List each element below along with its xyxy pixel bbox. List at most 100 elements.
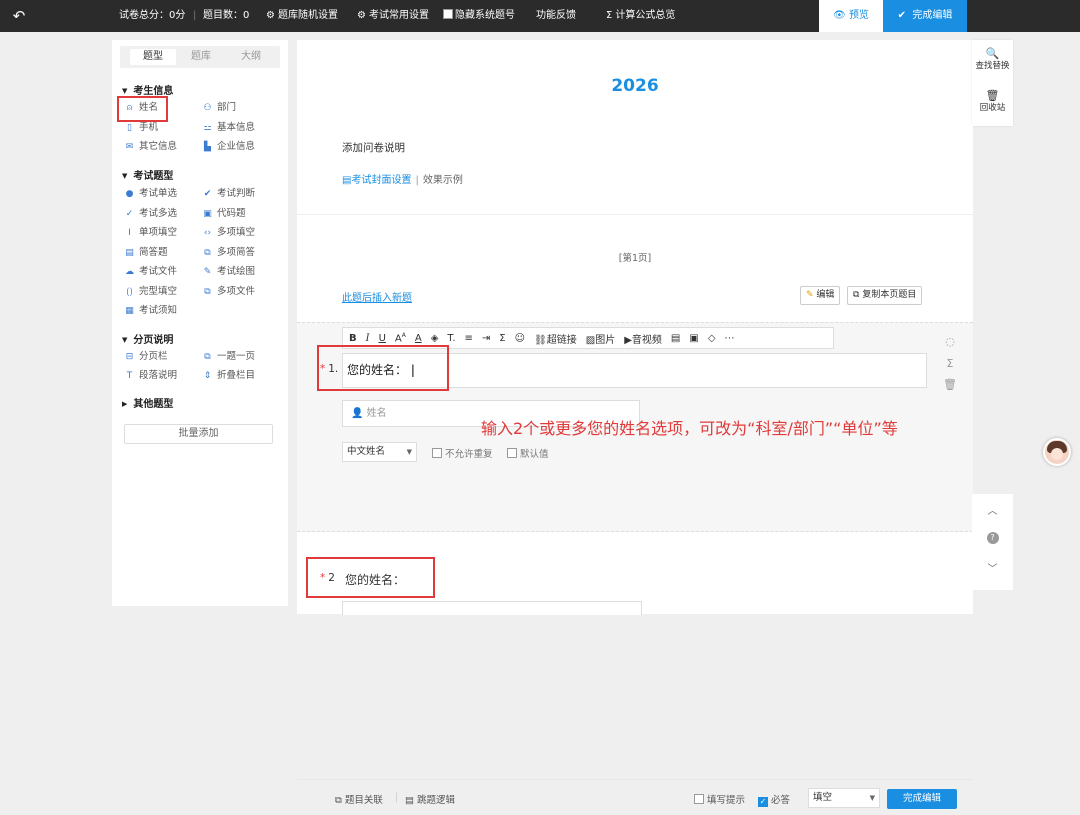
- item-multi-fill[interactable]: ‹› 多项填空: [202, 227, 255, 239]
- gear-icon: ⚙: [357, 10, 366, 21]
- scroll-down-icon[interactable]: ﹀: [972, 560, 1013, 575]
- question-finish-button[interactable]: 完成编辑: [887, 789, 957, 809]
- hint-checkbox[interactable]: 填写提示: [694, 792, 745, 806]
- link-button[interactable]: ⛓超链接: [534, 331, 577, 346]
- font-size-icon[interactable]: AA: [395, 332, 406, 344]
- item-multi-short[interactable]: ⧉ 多项简答: [202, 247, 255, 259]
- question-2-input[interactable]: [342, 601, 642, 615]
- item-one-per-page[interactable]: ⧉ 一题一页: [202, 351, 255, 363]
- font-color-icon[interactable]: A: [415, 333, 422, 344]
- hide-icon[interactable]: ◌: [943, 335, 957, 348]
- highlight-box: [317, 345, 449, 391]
- align-icon[interactable]: ≡: [465, 333, 473, 344]
- formula-icon[interactable]: Σ: [943, 357, 957, 370]
- bold-button[interactable]: B: [349, 333, 357, 344]
- item-exam-file[interactable]: ☁ 考试文件: [124, 266, 177, 278]
- section-exam[interactable]: ▼ 考试题型: [122, 167, 173, 182]
- image-icon: ▨: [585, 334, 596, 346]
- text-icon: T: [126, 371, 133, 381]
- video-button[interactable]: ▶音视频: [624, 331, 662, 346]
- tab-outline[interactable]: 大纲: [228, 49, 274, 65]
- edit-button[interactable]: ✎ 编辑: [800, 286, 841, 305]
- section-other[interactable]: ▶ 其他题型: [122, 395, 173, 410]
- fill-type-select[interactable]: 填空 ▼: [808, 788, 880, 808]
- checked-icon: ✓: [758, 797, 768, 807]
- logic-button[interactable]: ▤ 跳题逻辑: [405, 792, 455, 806]
- indent-icon[interactable]: ⇥: [482, 333, 490, 344]
- common-settings-button[interactable]: ⚙ 考试常用设置: [357, 9, 429, 23]
- survey-description[interactable]: 添加问卷说明: [342, 140, 405, 155]
- cover-settings-link[interactable]: 考试封面设置: [351, 175, 411, 186]
- related-button[interactable]: ⧉ 题目关联: [335, 792, 383, 806]
- no-repeat-checkbox[interactable]: 不允许重复: [432, 446, 493, 460]
- item-true-false[interactable]: ✔ 考试判断: [202, 188, 255, 200]
- file-icon[interactable]: ▤: [671, 333, 680, 344]
- notice-icon: ▦: [125, 306, 134, 316]
- chevron-down-icon: ▼: [869, 794, 875, 802]
- formula-icon[interactable]: Σ: [499, 333, 505, 344]
- scroll-up-icon[interactable]: ︿: [972, 502, 1013, 517]
- preview-button[interactable]: 👁 预览: [819, 0, 883, 32]
- italic-button[interactable]: I: [366, 333, 370, 344]
- highlight-box: [306, 557, 435, 598]
- item-single-choice[interactable]: ● 考试单选: [124, 188, 177, 200]
- recycle-bin-button[interactable]: 🗑 回收站: [972, 90, 1013, 114]
- item-drawing[interactable]: ✎ 考试绘图: [202, 266, 255, 278]
- item-department[interactable]: ⚇ 部门: [202, 102, 236, 114]
- code-file-icon: ▣: [203, 209, 212, 219]
- more-icon[interactable]: ⋯: [725, 333, 735, 344]
- item-multi-choice[interactable]: ✓ 考试多选: [124, 208, 177, 220]
- hide-numbers-checkbox[interactable]: 隐藏系统题号: [443, 9, 515, 23]
- item-company-info[interactable]: ▙ 企业信息: [202, 141, 255, 153]
- required-checkbox[interactable]: ✓ 必答: [758, 792, 790, 807]
- help-icon[interactable]: ?: [972, 532, 1013, 544]
- effect-example-link[interactable]: 效果示例: [423, 175, 463, 186]
- item-basic-info[interactable]: ⚍ 基本信息: [202, 122, 255, 134]
- finish-edit-button[interactable]: ✔ 完成编辑: [883, 0, 967, 32]
- name-type-select[interactable]: 中文姓名 ▼: [342, 442, 417, 462]
- trash-icon[interactable]: 🗑: [943, 378, 957, 391]
- assistant-avatar[interactable]: [1043, 438, 1071, 466]
- item-collapse[interactable]: ⇕ 折叠栏目: [202, 370, 255, 382]
- find-replace-button[interactable]: 🔍 查找替换: [972, 48, 1013, 72]
- item-paragraph[interactable]: T 段落说明: [124, 370, 177, 382]
- random-settings-button[interactable]: ⚙ 题库随机设置: [266, 9, 338, 23]
- section-page[interactable]: ▼ 分页说明: [122, 331, 173, 346]
- files-icon: ⧉: [204, 287, 211, 297]
- separator: |: [395, 792, 399, 803]
- avatar-face: [1051, 448, 1063, 460]
- item-phone[interactable]: ▯ 手机: [124, 122, 158, 134]
- clear-format-icon[interactable]: T.: [447, 333, 455, 344]
- pages-icon: ⧉: [204, 352, 211, 362]
- item-multi-file[interactable]: ⧉ 多项文件: [202, 286, 255, 298]
- batch-add-button[interactable]: 批量添加: [124, 424, 273, 444]
- fill-color-icon[interactable]: ◈: [431, 333, 439, 344]
- underline-button[interactable]: U: [379, 333, 386, 344]
- eraser-icon[interactable]: ◇: [708, 333, 716, 344]
- embed-icon[interactable]: ▣: [689, 333, 698, 344]
- brackets-icon: ‹›: [203, 228, 212, 238]
- cloud-upload-icon: ☁: [125, 267, 134, 277]
- item-exam-notice[interactable]: ▦ 考试须知: [124, 305, 177, 317]
- item-other-info[interactable]: ✉ 其它信息: [124, 141, 177, 153]
- back-icon[interactable]: ↶: [10, 7, 28, 25]
- tab-types[interactable]: 题型: [130, 49, 176, 65]
- item-code[interactable]: ▣ 代码题: [202, 208, 245, 220]
- image-button[interactable]: ▨图片: [586, 331, 615, 346]
- item-cloze[interactable]: ⟮⟯ 完型填空: [124, 286, 178, 298]
- item-short-answer[interactable]: ▤ 简答题: [124, 247, 167, 259]
- copy-page-button[interactable]: ⧉ 复制本页题目: [847, 286, 923, 305]
- insert-question-link[interactable]: 此题后插入新题: [342, 289, 412, 304]
- item-single-fill[interactable]: I 单项填空: [124, 227, 177, 239]
- formula-button[interactable]: Σ 计算公式总览: [606, 9, 675, 23]
- item-page-break[interactable]: ⊟ 分页栏: [124, 351, 168, 363]
- tab-bank[interactable]: 题库: [178, 49, 224, 65]
- page-title[interactable]: 2026: [297, 76, 973, 96]
- section-candidate[interactable]: ▼ 考生信息: [122, 82, 173, 97]
- radio-icon: ●: [125, 189, 134, 199]
- feedback-link[interactable]: 功能反馈: [536, 9, 576, 23]
- question-count: 题目数：0: [203, 10, 250, 21]
- emoji-icon[interactable]: ☺: [515, 333, 525, 344]
- default-value-checkbox[interactable]: 默认值: [507, 446, 549, 460]
- mail-icon: ✉: [125, 142, 134, 152]
